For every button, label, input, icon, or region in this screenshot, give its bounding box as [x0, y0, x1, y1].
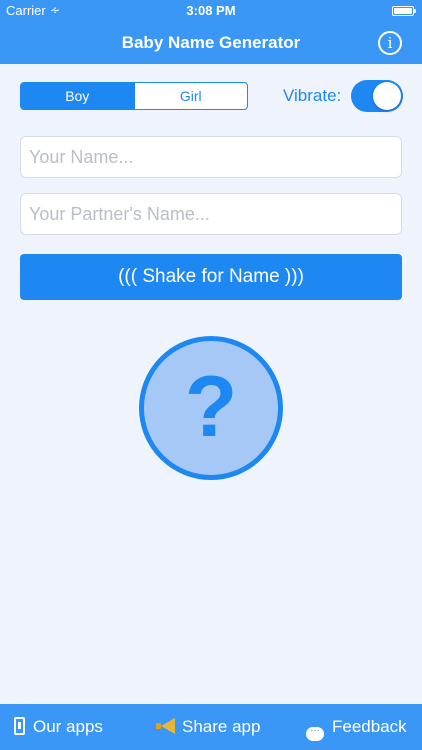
shake-for-name-button[interactable]: ((( Shake for Name ))): [20, 254, 402, 300]
gender-selector: Boy Girl: [20, 82, 248, 110]
vibrate-toggle[interactable]: [351, 80, 403, 112]
share-app-label: Share app: [182, 717, 261, 736]
speech-bubble-icon: ···: [306, 726, 324, 741]
segment-girl[interactable]: Girl: [133, 83, 248, 109]
page-title: Baby Name Generator: [121, 33, 301, 52]
result-question-mark: ?: [139, 336, 283, 480]
navigation-bar: Carrier ∻ 3:08 PM Baby Name Generator i: [0, 0, 422, 64]
bottom-toolbar: Our apps Share app ··· Feedback: [0, 704, 422, 750]
phone-icon: [14, 717, 25, 735]
segment-boy[interactable]: Boy: [21, 83, 134, 109]
info-icon[interactable]: i: [378, 31, 402, 55]
battery-icon: [392, 6, 416, 16]
our-apps-button[interactable]: Our apps: [14, 717, 103, 737]
megaphone-icon: [156, 718, 176, 734]
feedback-label: Feedback: [332, 717, 407, 736]
feedback-button[interactable]: ··· Feedback: [306, 717, 407, 741]
share-app-button[interactable]: Share app: [156, 717, 260, 737]
your-name-input[interactable]: [20, 136, 402, 178]
vibrate-label: Vibrate:: [283, 86, 342, 105]
status-time: 3:08 PM: [186, 3, 236, 18]
our-apps-label: Our apps: [33, 717, 103, 736]
toggle-knob: [373, 82, 401, 110]
status-bar: Carrier ∻ 3:08 PM: [0, 0, 422, 22]
partner-name-input[interactable]: [20, 193, 402, 235]
